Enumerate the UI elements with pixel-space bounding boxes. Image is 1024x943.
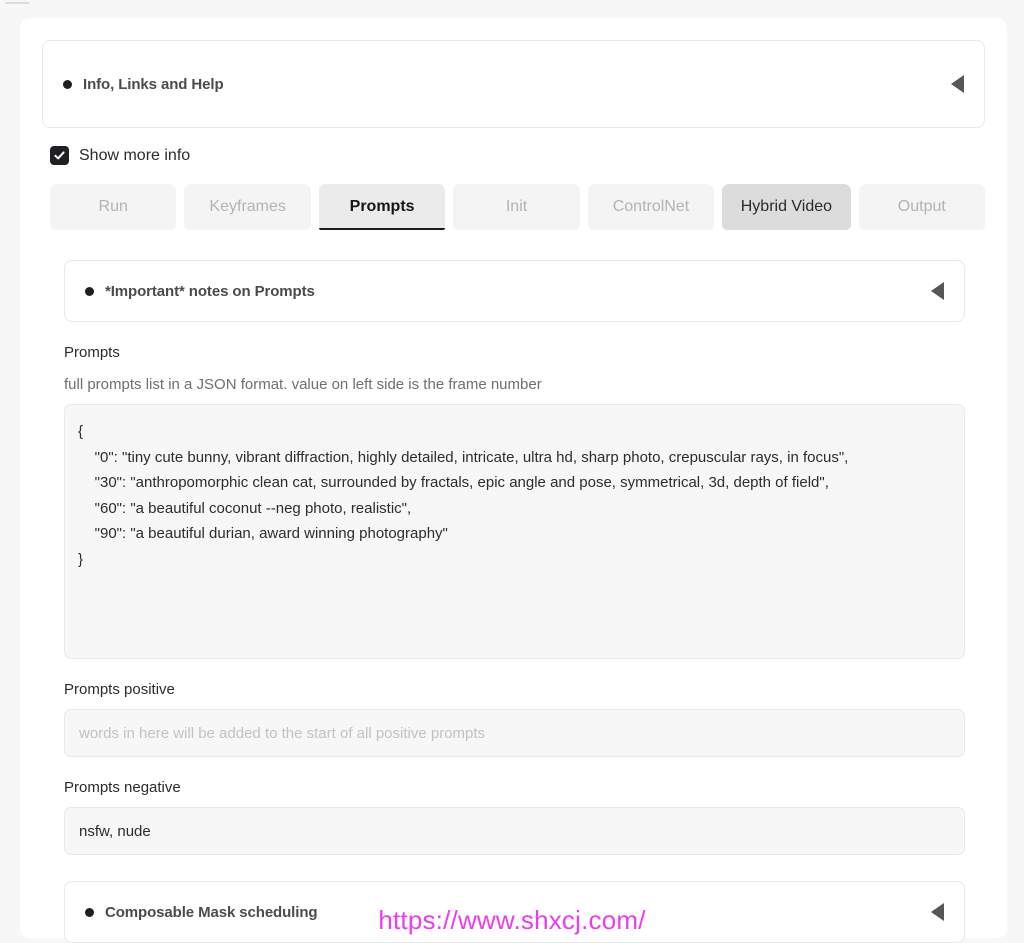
filled-circle-icon [85, 286, 94, 296]
tab-init[interactable]: Init [453, 184, 580, 230]
prompts-positive-label: Prompts positive [64, 681, 175, 698]
watermark-url: https://www.shxcj.com/ [378, 905, 646, 935]
prompts-positive-field[interactable]: words in here will be added to the start… [64, 709, 965, 757]
tab-controlnet[interactable]: ControlNet [587, 184, 715, 230]
prompts-negative-label: Prompts negative [64, 779, 181, 796]
triangle-left-icon[interactable] [931, 282, 944, 300]
show-more-info-checkbox[interactable] [50, 146, 69, 165]
tab-bar: Run Keyframes Prompts Init ControlNet Hy… [50, 184, 986, 230]
show-more-info-row[interactable]: Show more info [50, 146, 985, 165]
triangle-left-icon[interactable] [951, 75, 964, 93]
prompts-negative-field[interactable]: nsfw, nude [64, 807, 965, 855]
checkmark-icon [54, 151, 65, 160]
tab-prompts[interactable]: Prompts [318, 184, 446, 230]
accordion-notes-header: *Important* notes on Prompts [85, 283, 315, 300]
tab-keyframes[interactable]: Keyframes [184, 184, 311, 230]
accordion-important-notes[interactable]: *Important* notes on Prompts [64, 260, 965, 322]
accordion-info-title: Info, Links and Help [83, 75, 224, 93]
accordion-info-header: Info, Links and Help [63, 76, 224, 93]
prompts-label: Prompts [64, 344, 120, 361]
panel-content: Info, Links and Help Show more info Run … [42, 40, 986, 943]
filled-circle-icon [63, 79, 72, 89]
accordion-notes-title: *Important* notes on Prompts [105, 282, 315, 300]
prompts-tab-panel: *Important* notes on Prompts Prompts ful… [64, 260, 965, 943]
prompts-positive-placeholder: words in here will be added to the start… [79, 724, 486, 742]
top-edge-artifact [5, 2, 29, 4]
prompts-json-textarea[interactable]: { "0": "tiny cute bunny, vibrant diffrac… [64, 404, 965, 659]
show-more-info-label: Show more info [79, 146, 191, 164]
tab-run[interactable]: Run [50, 184, 177, 230]
tab-output[interactable]: Output [858, 184, 986, 230]
prompts-negative-value: nsfw, nude [79, 822, 151, 840]
prompts-help-text: full prompts list in a JSON format. valu… [64, 376, 542, 393]
app-panel: Info, Links and Help Show more info Run … [20, 18, 1007, 943]
tab-hybrid-video[interactable]: Hybrid Video [722, 184, 851, 230]
accordion-info-links-help[interactable]: Info, Links and Help [42, 40, 985, 128]
